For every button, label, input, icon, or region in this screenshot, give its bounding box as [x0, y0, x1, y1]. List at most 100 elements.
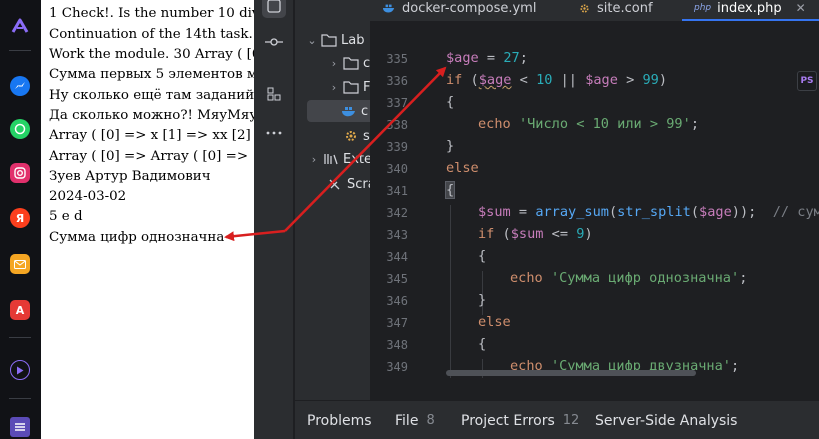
- app-logo-icon[interactable]: [10, 16, 30, 36]
- ide-tool-strip: [254, 0, 294, 439]
- tree-root[interactable]: ⌄ Lab: [295, 29, 370, 51]
- instagram-icon[interactable]: [10, 163, 30, 183]
- tab-site-conf[interactable]: site.conf: [578, 0, 653, 21]
- code-line-343: if ($sum <= 9): [478, 226, 593, 242]
- line-number: 344: [386, 250, 408, 264]
- code-line-348: {: [478, 336, 487, 352]
- output-line-highlighted: Сумма цифр однозначна: [49, 230, 225, 245]
- line-number: 337: [386, 96, 408, 110]
- more-tools-icon[interactable]: [262, 121, 286, 145]
- code-line-344: {: [478, 248, 487, 264]
- tab-label: index.php: [717, 0, 782, 16]
- tree-file-label: c: [361, 103, 369, 119]
- tree-file-selected[interactable]: c: [307, 100, 370, 122]
- line-number: 339: [386, 140, 408, 154]
- code-line-340: else: [446, 160, 479, 176]
- tree-external-libraries[interactable]: › Exte: [295, 148, 370, 170]
- messenger-icon[interactable]: [10, 76, 30, 96]
- line-number: 348: [386, 338, 408, 352]
- code-line-337: {: [446, 94, 455, 110]
- line-number: 346: [386, 294, 408, 308]
- tab-docker-compose[interactable]: docker-compose.yml: [382, 0, 537, 21]
- tree-folder-label: c: [363, 55, 370, 71]
- line-number: 335: [386, 52, 408, 66]
- tree-scratches[interactable]: Scra: [295, 173, 370, 195]
- tab-label: docker-compose.yml: [402, 0, 537, 16]
- php-icon: php: [694, 3, 712, 13]
- line-number: 345: [386, 272, 408, 286]
- line-number: 338: [386, 118, 408, 132]
- tab-label: site.conf: [597, 0, 653, 16]
- commit-icon[interactable]: [262, 30, 286, 54]
- tab-problems[interactable]: Problems: [307, 401, 372, 439]
- yandex-icon[interactable]: Я: [10, 208, 30, 228]
- bottom-tool-bar: Problems File 8 Project Errors 12 Server…: [295, 400, 819, 439]
- folder-icon: [343, 57, 359, 70]
- code-line-346: }: [478, 292, 487, 308]
- output-line: 1 Check!. Is the number 10 divisible: [49, 6, 254, 21]
- chevron-right-icon: ›: [331, 80, 337, 94]
- docker-icon: [383, 4, 395, 13]
- tree-file[interactable]: s: [295, 125, 370, 147]
- os-dock: Я A: [0, 0, 41, 439]
- output-line: Ну сколько ещё там заданий??: [49, 88, 254, 103]
- line-number: 340: [386, 162, 408, 176]
- line-number: 336: [386, 74, 408, 88]
- dock-separator: [9, 337, 31, 338]
- phpstorm-badge-icon[interactable]: PS: [797, 71, 817, 91]
- tree-folder[interactable]: › c: [295, 52, 370, 74]
- output-line: Да сколько можно?! МяуМяуМ: [49, 108, 254, 123]
- code-line-345: echo 'Сумма цифр однозначна';: [510, 270, 748, 286]
- output-line: Work the module. 30 Array ( [0] =: [49, 47, 254, 62]
- tree-folder-label: F: [363, 79, 370, 95]
- tab-project-errors[interactable]: Project Errors 12: [461, 401, 579, 439]
- tab-file[interactable]: File 8: [395, 401, 435, 439]
- tree-root-label: Lab: [341, 32, 365, 48]
- line-number: 349: [386, 360, 408, 374]
- structure-icon[interactable]: [262, 82, 286, 106]
- line-number: 343: [386, 228, 408, 242]
- code-editor[interactable]: 335 336 337 338 339 340 341 342 343 344 …: [370, 22, 819, 378]
- output-line: 2024-03-02: [49, 189, 127, 204]
- tab-label: Server-Side Analysis: [595, 412, 738, 429]
- media-play-icon[interactable]: [10, 360, 30, 380]
- gear-icon: [580, 3, 589, 13]
- problem-count: 12: [562, 413, 580, 428]
- tab-server-side-analysis[interactable]: Server-Side Analysis: [595, 401, 737, 439]
- code-line-338: echo 'Число < 10 или > 99';: [478, 116, 699, 132]
- scratches-icon: [329, 179, 340, 190]
- code-line-336: if ($age < 10 || $age > 99): [446, 72, 668, 88]
- mail-icon[interactable]: [10, 254, 30, 274]
- project-tree: ⌄ Lab › c › F c s › Exte Scra: [295, 0, 370, 400]
- tab-label: File: [395, 412, 419, 429]
- grid-menu-icon[interactable]: [10, 417, 30, 437]
- line-number: 341: [386, 184, 408, 198]
- config-file-icon: [346, 131, 356, 141]
- tree-external-label: Exte: [343, 151, 370, 167]
- tree-scratches-label: Scra: [347, 176, 370, 192]
- line-number: 342: [386, 206, 408, 220]
- active-tab-indicator: [682, 19, 819, 21]
- browser-output-pane: 1 Check!. Is the number 10 divisible Con…: [41, 0, 254, 439]
- translate-icon[interactable]: A: [10, 300, 30, 320]
- library-icon: [324, 154, 338, 165]
- chevron-down-icon: ⌄: [307, 33, 317, 47]
- code-line-347: else: [478, 314, 511, 330]
- line-number: 347: [386, 316, 408, 330]
- output-line: Array ( [0] => x [1] => xx [2] =>: [49, 128, 254, 143]
- tree-folder[interactable]: › F: [295, 76, 370, 98]
- horizontal-scrollbar[interactable]: [446, 370, 696, 376]
- folder-icon: [321, 34, 337, 47]
- close-tab-icon[interactable]: ✕: [796, 1, 806, 15]
- dock-separator: [9, 398, 31, 399]
- output-line: Array ( [0] => Array ( [0] => 1 [1: [49, 149, 254, 164]
- editor-tabs: docker-compose.yml site.conf php index.p…: [370, 0, 819, 22]
- problem-count: 8: [426, 413, 435, 428]
- tab-label: Project Errors: [461, 412, 555, 429]
- output-line: 5 e d: [49, 209, 83, 224]
- code-line-342: $sum = array_sum(str_split($age)); // су…: [478, 204, 819, 220]
- whatsapp-icon[interactable]: [10, 119, 30, 139]
- project-view-icon[interactable]: [262, 0, 286, 18]
- tree-file-label: s: [363, 128, 370, 144]
- output-line: Continuation of the 14th task.19 1: [49, 27, 254, 42]
